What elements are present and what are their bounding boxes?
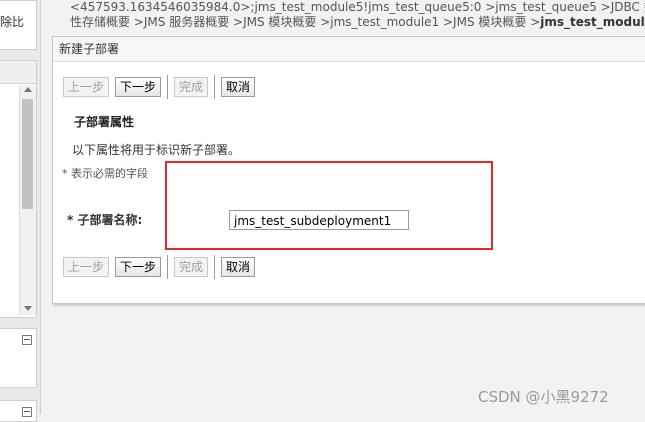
breadcrumb-line-1[interactable]: <457593.1634546035984.0>;jms_test_module… (70, 0, 645, 15)
subdeployment-name-label: * 子部署名称: (67, 213, 143, 227)
back-button[interactable]: 上一步 (63, 257, 110, 277)
button-separator (167, 255, 169, 279)
left-rail: 除比 (0, 0, 41, 422)
top-button-bar: 上一步 下一步 完成 取消 (63, 75, 261, 99)
finish-button[interactable]: 完成 (174, 257, 209, 277)
button-separator (167, 75, 169, 99)
breadcrumb-links[interactable]: 性存储概要 >JMS 服务器概要 >JMS 模块概要 >jms_test_mod… (70, 15, 540, 29)
collapse-toggle-icon[interactable] (22, 407, 32, 417)
button-separator (214, 255, 216, 279)
section-description: 以下属性将用于标识新子部署。 (72, 143, 241, 157)
left-tree-panel (0, 60, 37, 318)
scroll-thumb[interactable] (22, 99, 33, 209)
breadcrumb: <457593.1634546035984.0>;jms_test_module… (70, 0, 645, 30)
watermark: CSDN @小黑9272 (478, 388, 609, 406)
left-top-text: 除比 (0, 15, 25, 29)
button-separator (214, 75, 216, 99)
scroll-down-arrow-icon[interactable] (24, 306, 32, 311)
left-top-panel: 除比 (0, 0, 37, 50)
left-panel-header (0, 61, 36, 84)
section-title: 子部署属性 (74, 115, 135, 129)
next-button[interactable]: 下一步 (115, 77, 162, 97)
finish-button[interactable]: 完成 (174, 77, 209, 97)
required-fields-note: * 表示必需的字段 (62, 167, 148, 180)
bottom-button-bar: 上一步 下一步 完成 取消 (63, 255, 261, 279)
scroll-up-arrow-icon[interactable] (24, 87, 32, 92)
breadcrumb-line-2: 性存储概要 >JMS 服务器概要 >JMS 模块概要 >jms_test_mod… (70, 15, 645, 30)
breadcrumb-current: jms_test_modul (540, 15, 645, 29)
left-collapsible-panel-1 (0, 328, 37, 388)
cancel-button[interactable]: 取消 (221, 77, 256, 97)
cancel-button[interactable]: 取消 (221, 257, 256, 277)
left-collapsible-panel-2 (0, 400, 37, 422)
panel-title: 新建子部署 (53, 37, 645, 62)
next-button[interactable]: 下一步 (115, 257, 162, 277)
collapse-toggle-icon[interactable] (22, 335, 32, 345)
highlight-box (165, 161, 493, 250)
left-scrollbar[interactable] (19, 85, 36, 315)
back-button[interactable]: 上一步 (63, 77, 110, 97)
